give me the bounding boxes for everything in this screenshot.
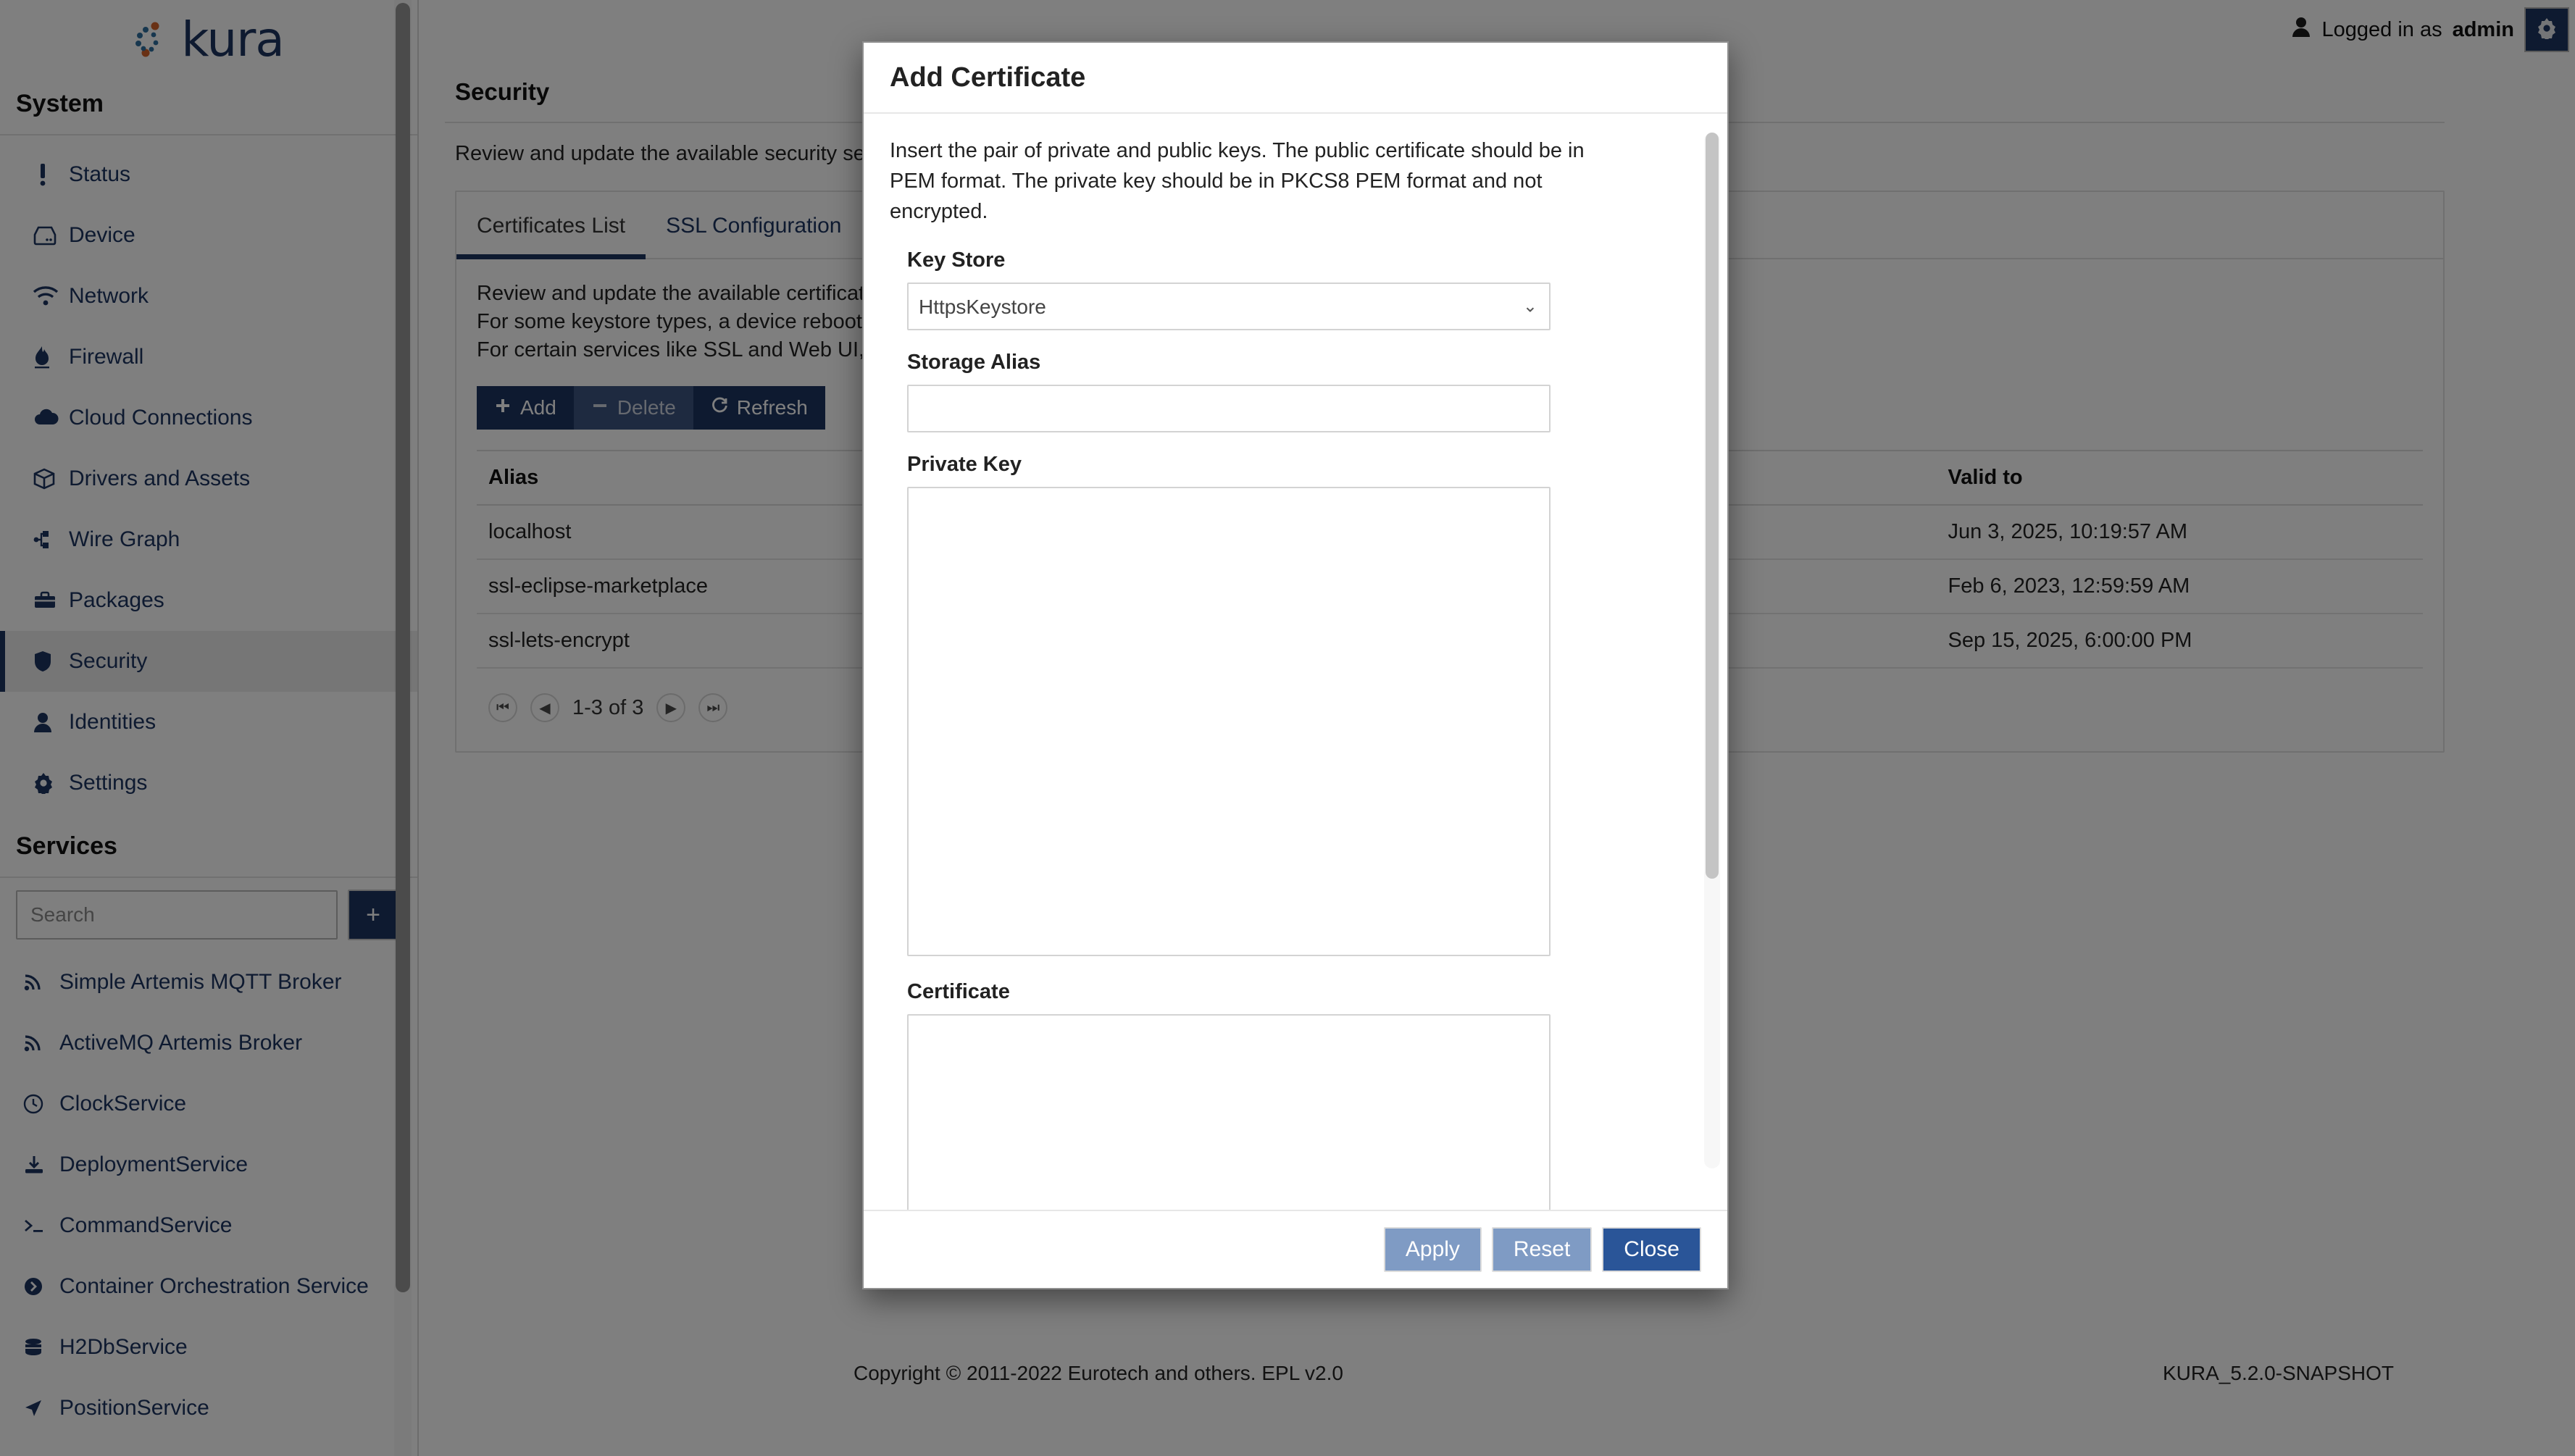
apply-button[interactable]: Apply bbox=[1383, 1227, 1482, 1272]
close-button[interactable]: Close bbox=[1602, 1227, 1701, 1272]
dialog-body: Insert the pair of private and public ke… bbox=[864, 114, 1727, 1210]
dialog-intro-text: Insert the pair of private and public ke… bbox=[890, 139, 1585, 224]
key-store-label: Key Store bbox=[907, 248, 1006, 272]
private-key-label: Private Key bbox=[907, 453, 1022, 477]
storage-alias-input[interactable] bbox=[907, 385, 1551, 433]
reset-button[interactable]: Reset bbox=[1491, 1227, 1593, 1272]
private-key-textarea[interactable] bbox=[907, 487, 1551, 957]
key-store-select[interactable]: HttpsKeystore bbox=[907, 283, 1551, 331]
add-certificate-dialog: Add Certificate Insert the pair of priva… bbox=[862, 41, 1729, 1289]
dialog-header: Add Certificate bbox=[864, 43, 1727, 114]
dialog-footer: Apply Reset Close bbox=[864, 1210, 1727, 1288]
certificate-textarea[interactable] bbox=[907, 1014, 1551, 1210]
certificate-label: Certificate bbox=[907, 980, 1010, 1004]
dialog-scrollbar[interactable] bbox=[1704, 133, 1720, 1168]
storage-alias-label: Storage Alias bbox=[907, 351, 1041, 375]
dialog-title: Add Certificate bbox=[890, 62, 1086, 93]
dialog-scrollbar-thumb[interactable] bbox=[1706, 133, 1719, 879]
